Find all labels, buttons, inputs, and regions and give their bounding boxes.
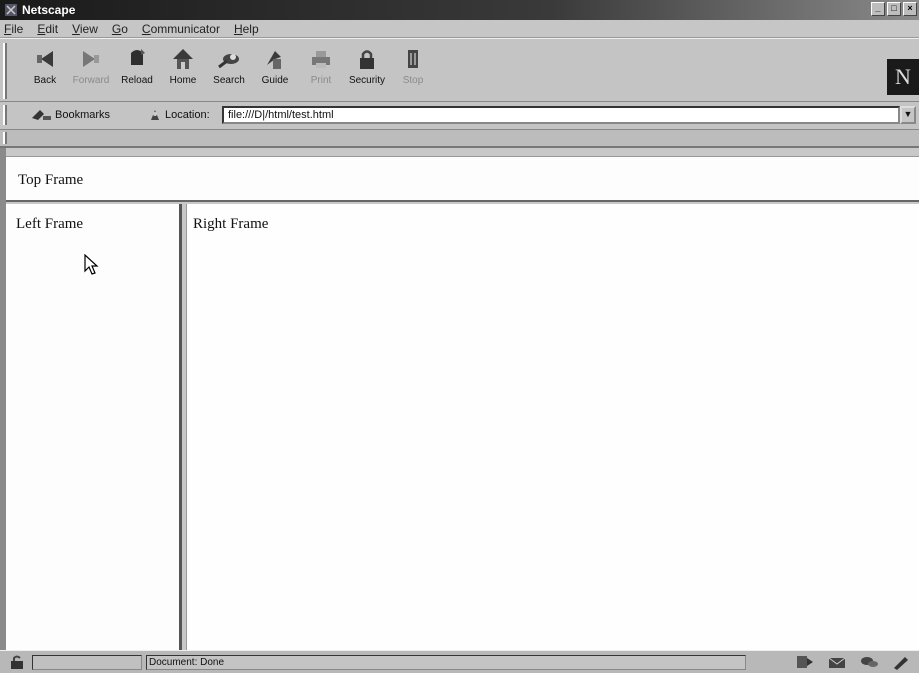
location-toolbar: Bookmarks Location: file:///D|/html/test… (0, 102, 919, 130)
guide-label: Guide (261, 75, 289, 86)
security-status-icon[interactable] (8, 655, 28, 670)
bookmarks-icon (32, 110, 51, 120)
guide-icon (267, 51, 281, 69)
personal-toolbar-grip[interactable] (3, 132, 7, 144)
forward-label: Forward (72, 75, 110, 86)
location-url-input[interactable]: file:///D|/html/test.html (222, 106, 900, 124)
chevron-down-icon: ▼ (903, 109, 913, 119)
stop-label: Stop (402, 75, 424, 86)
discussions-icon[interactable] (859, 654, 879, 670)
left-frame: Left Frame (6, 204, 182, 650)
back-arrow-icon (37, 51, 53, 67)
bookmarks-label: Bookmarks (55, 109, 111, 121)
search-icon (218, 54, 239, 69)
print-label: Print (310, 75, 332, 86)
home-button[interactable]: Home (160, 45, 206, 97)
navigation-toolbar: Back Forward Reload Home Search Guide Pr… (0, 38, 919, 102)
toolbar-buttons: Back Forward Reload Home Search Guide Pr… (22, 45, 436, 97)
search-label: Search (213, 75, 245, 86)
stop-button[interactable]: Stop (390, 45, 436, 97)
menu-communicator-rest: ommunicator (150, 21, 220, 36)
menu-help[interactable]: Help (234, 22, 259, 36)
location-label: Location: (148, 108, 210, 122)
menu-help-rest: elp (242, 21, 259, 36)
minimize-button[interactable]: _ (871, 2, 885, 16)
security-label: Security (348, 75, 386, 86)
menu-edit-rest: dit (45, 21, 59, 36)
close-button[interactable]: × (903, 2, 917, 16)
search-button[interactable]: Search (206, 45, 252, 97)
menu-file[interactable]: File (4, 22, 23, 36)
home-label: Home (169, 75, 197, 86)
menu-communicator[interactable]: Communicator (142, 22, 220, 36)
forward-button[interactable]: Forward (68, 45, 114, 97)
menu-file-rest: ile (11, 21, 24, 36)
menu-help-mnemonic: H (233, 21, 243, 36)
reload-button[interactable]: Reload (114, 45, 160, 97)
title-bar[interactable]: Netscape _ □ × (0, 0, 919, 20)
reload-icon (131, 49, 145, 65)
component-bar (795, 654, 911, 670)
location-dropdown-button[interactable]: ▼ (900, 106, 916, 124)
netscape-app-icon (5, 4, 17, 16)
home-icon (173, 49, 193, 69)
progress-bar (32, 655, 142, 670)
top-frame: Top Frame (6, 156, 919, 202)
print-icon (312, 51, 330, 68)
back-button[interactable]: Back (22, 45, 68, 97)
stop-icon (408, 50, 418, 68)
window-controls: _ □ × (871, 2, 917, 16)
location-grip[interactable] (3, 105, 7, 125)
menu-view-rest: iew (79, 21, 98, 36)
reload-label: Reload (121, 75, 153, 86)
personal-toolbar (0, 130, 919, 148)
top-frame-text: Top Frame (18, 172, 84, 188)
location-label-text: Location: (165, 109, 210, 121)
menu-edit[interactable]: Edit (37, 22, 58, 36)
menu-go[interactable]: Go (112, 22, 128, 36)
lock-icon (360, 50, 374, 69)
page-proxy-icon[interactable] (148, 108, 162, 122)
composer-icon[interactable] (891, 654, 911, 670)
menu-communicator-mnemonic: C (141, 21, 151, 36)
right-frame: Right Frame (186, 204, 919, 650)
security-button[interactable]: Security (344, 45, 390, 97)
menu-view[interactable]: View (72, 22, 98, 36)
maximize-button[interactable]: □ (887, 2, 901, 16)
print-button[interactable]: Print (298, 45, 344, 97)
mouse-cursor-icon (84, 254, 99, 275)
netscape-logo[interactable]: N (887, 59, 919, 95)
menu-view-mnemonic: V (72, 21, 80, 36)
left-frame-text: Left Frame (16, 216, 84, 232)
bookmarks-button[interactable]: Bookmarks (30, 108, 110, 122)
status-bar: Document: Done (0, 650, 919, 673)
guide-button[interactable]: Guide (252, 45, 298, 97)
back-label: Back (33, 75, 57, 86)
navigator-icon[interactable] (795, 654, 815, 670)
menu-go-rest: o (121, 21, 128, 36)
forward-arrow-icon (83, 51, 99, 67)
window-title: Netscape (22, 3, 76, 17)
mail-icon[interactable] (827, 654, 847, 670)
menu-bar: File Edit View Go Communicator Help (0, 20, 919, 38)
right-frame-text: Right Frame (193, 216, 269, 232)
toolbar-grip[interactable] (3, 43, 7, 99)
menu-go-mnemonic: G (111, 21, 122, 36)
status-text: Document: Done (146, 655, 746, 670)
